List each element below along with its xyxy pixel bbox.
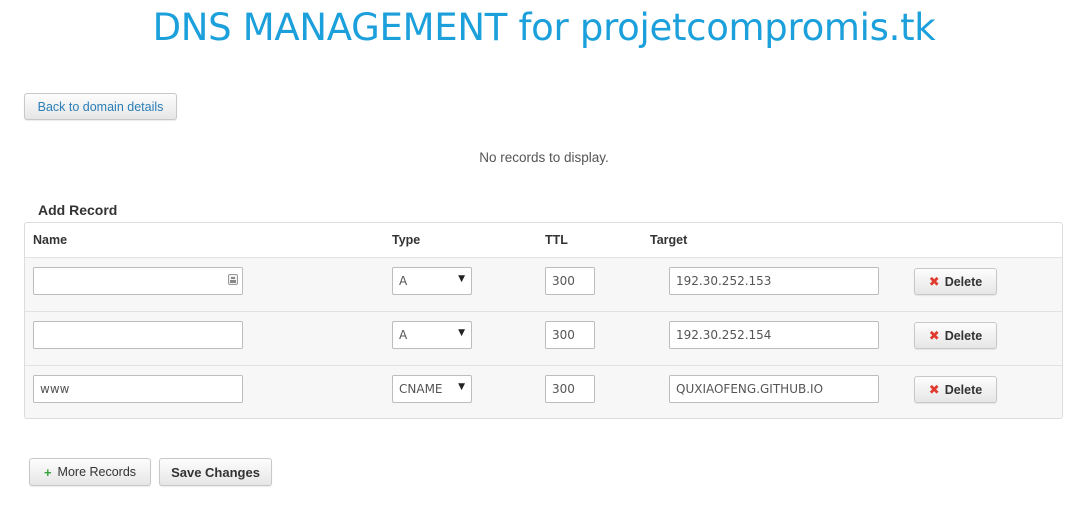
type-select-value: A (399, 328, 408, 342)
records-table: Name Type TTL Target A ▼ 300 192.30.252.… (24, 222, 1063, 419)
delete-button[interactable]: ✖ Delete (914, 376, 997, 403)
x-icon: ✖ (928, 273, 940, 289)
ttl-field[interactable]: 300 (545, 321, 595, 349)
back-to-domain-button[interactable]: Back to domain details (24, 93, 177, 120)
type-select-value: A (399, 274, 408, 288)
type-select[interactable]: A ▼ (392, 321, 472, 349)
target-field[interactable]: QUXIAOFENG.GITHUB.IO (669, 375, 879, 403)
type-select[interactable]: CNAME ▼ (392, 375, 472, 403)
plus-icon: + (43, 464, 52, 480)
header-ttl: TTL (545, 233, 568, 247)
more-records-button[interactable]: + More Records (29, 458, 151, 486)
target-field[interactable]: 192.30.252.153 (669, 267, 879, 295)
contact-card-icon (228, 274, 238, 285)
more-records-label: More Records (57, 465, 137, 479)
x-icon: ✖ (928, 381, 940, 397)
name-field[interactable] (33, 267, 243, 295)
delete-button[interactable]: ✖ Delete (914, 268, 997, 295)
type-select-value: CNAME (399, 382, 443, 396)
caret-down-icon: ▼ (458, 382, 465, 392)
header-type: Type (392, 233, 421, 247)
table-row: A ▼ 300 192.30.252.153 ✖ Delete (25, 257, 1062, 312)
no-records-message: No records to display. (479, 150, 609, 165)
delete-button[interactable]: ✖ Delete (914, 322, 997, 349)
target-field[interactable]: 192.30.252.154 (669, 321, 879, 349)
type-select[interactable]: A ▼ (392, 267, 472, 295)
delete-label: Delete (944, 382, 983, 397)
table-row: www CNAME ▼ 300 QUXIAOFENG.GITHUB.IO ✖ D… (25, 365, 1062, 418)
name-field[interactable]: www (33, 375, 243, 403)
caret-down-icon: ▼ (458, 274, 465, 284)
ttl-field[interactable]: 300 (545, 375, 595, 403)
name-field[interactable] (33, 321, 243, 349)
delete-label: Delete (944, 274, 983, 289)
delete-label: Delete (944, 328, 983, 343)
save-changes-button[interactable]: Save Changes (159, 458, 272, 486)
ttl-field[interactable]: 300 (545, 267, 595, 295)
header-name: Name (33, 233, 68, 247)
page-title: DNS MANAGEMENT for projetcompromis.tk (152, 6, 936, 49)
table-row: A ▼ 300 192.30.252.154 ✖ Delete (25, 311, 1062, 366)
header-target: Target (650, 233, 688, 247)
caret-down-icon: ▼ (458, 328, 465, 338)
x-icon: ✖ (928, 327, 940, 343)
add-record-heading: Add Record (38, 202, 118, 218)
